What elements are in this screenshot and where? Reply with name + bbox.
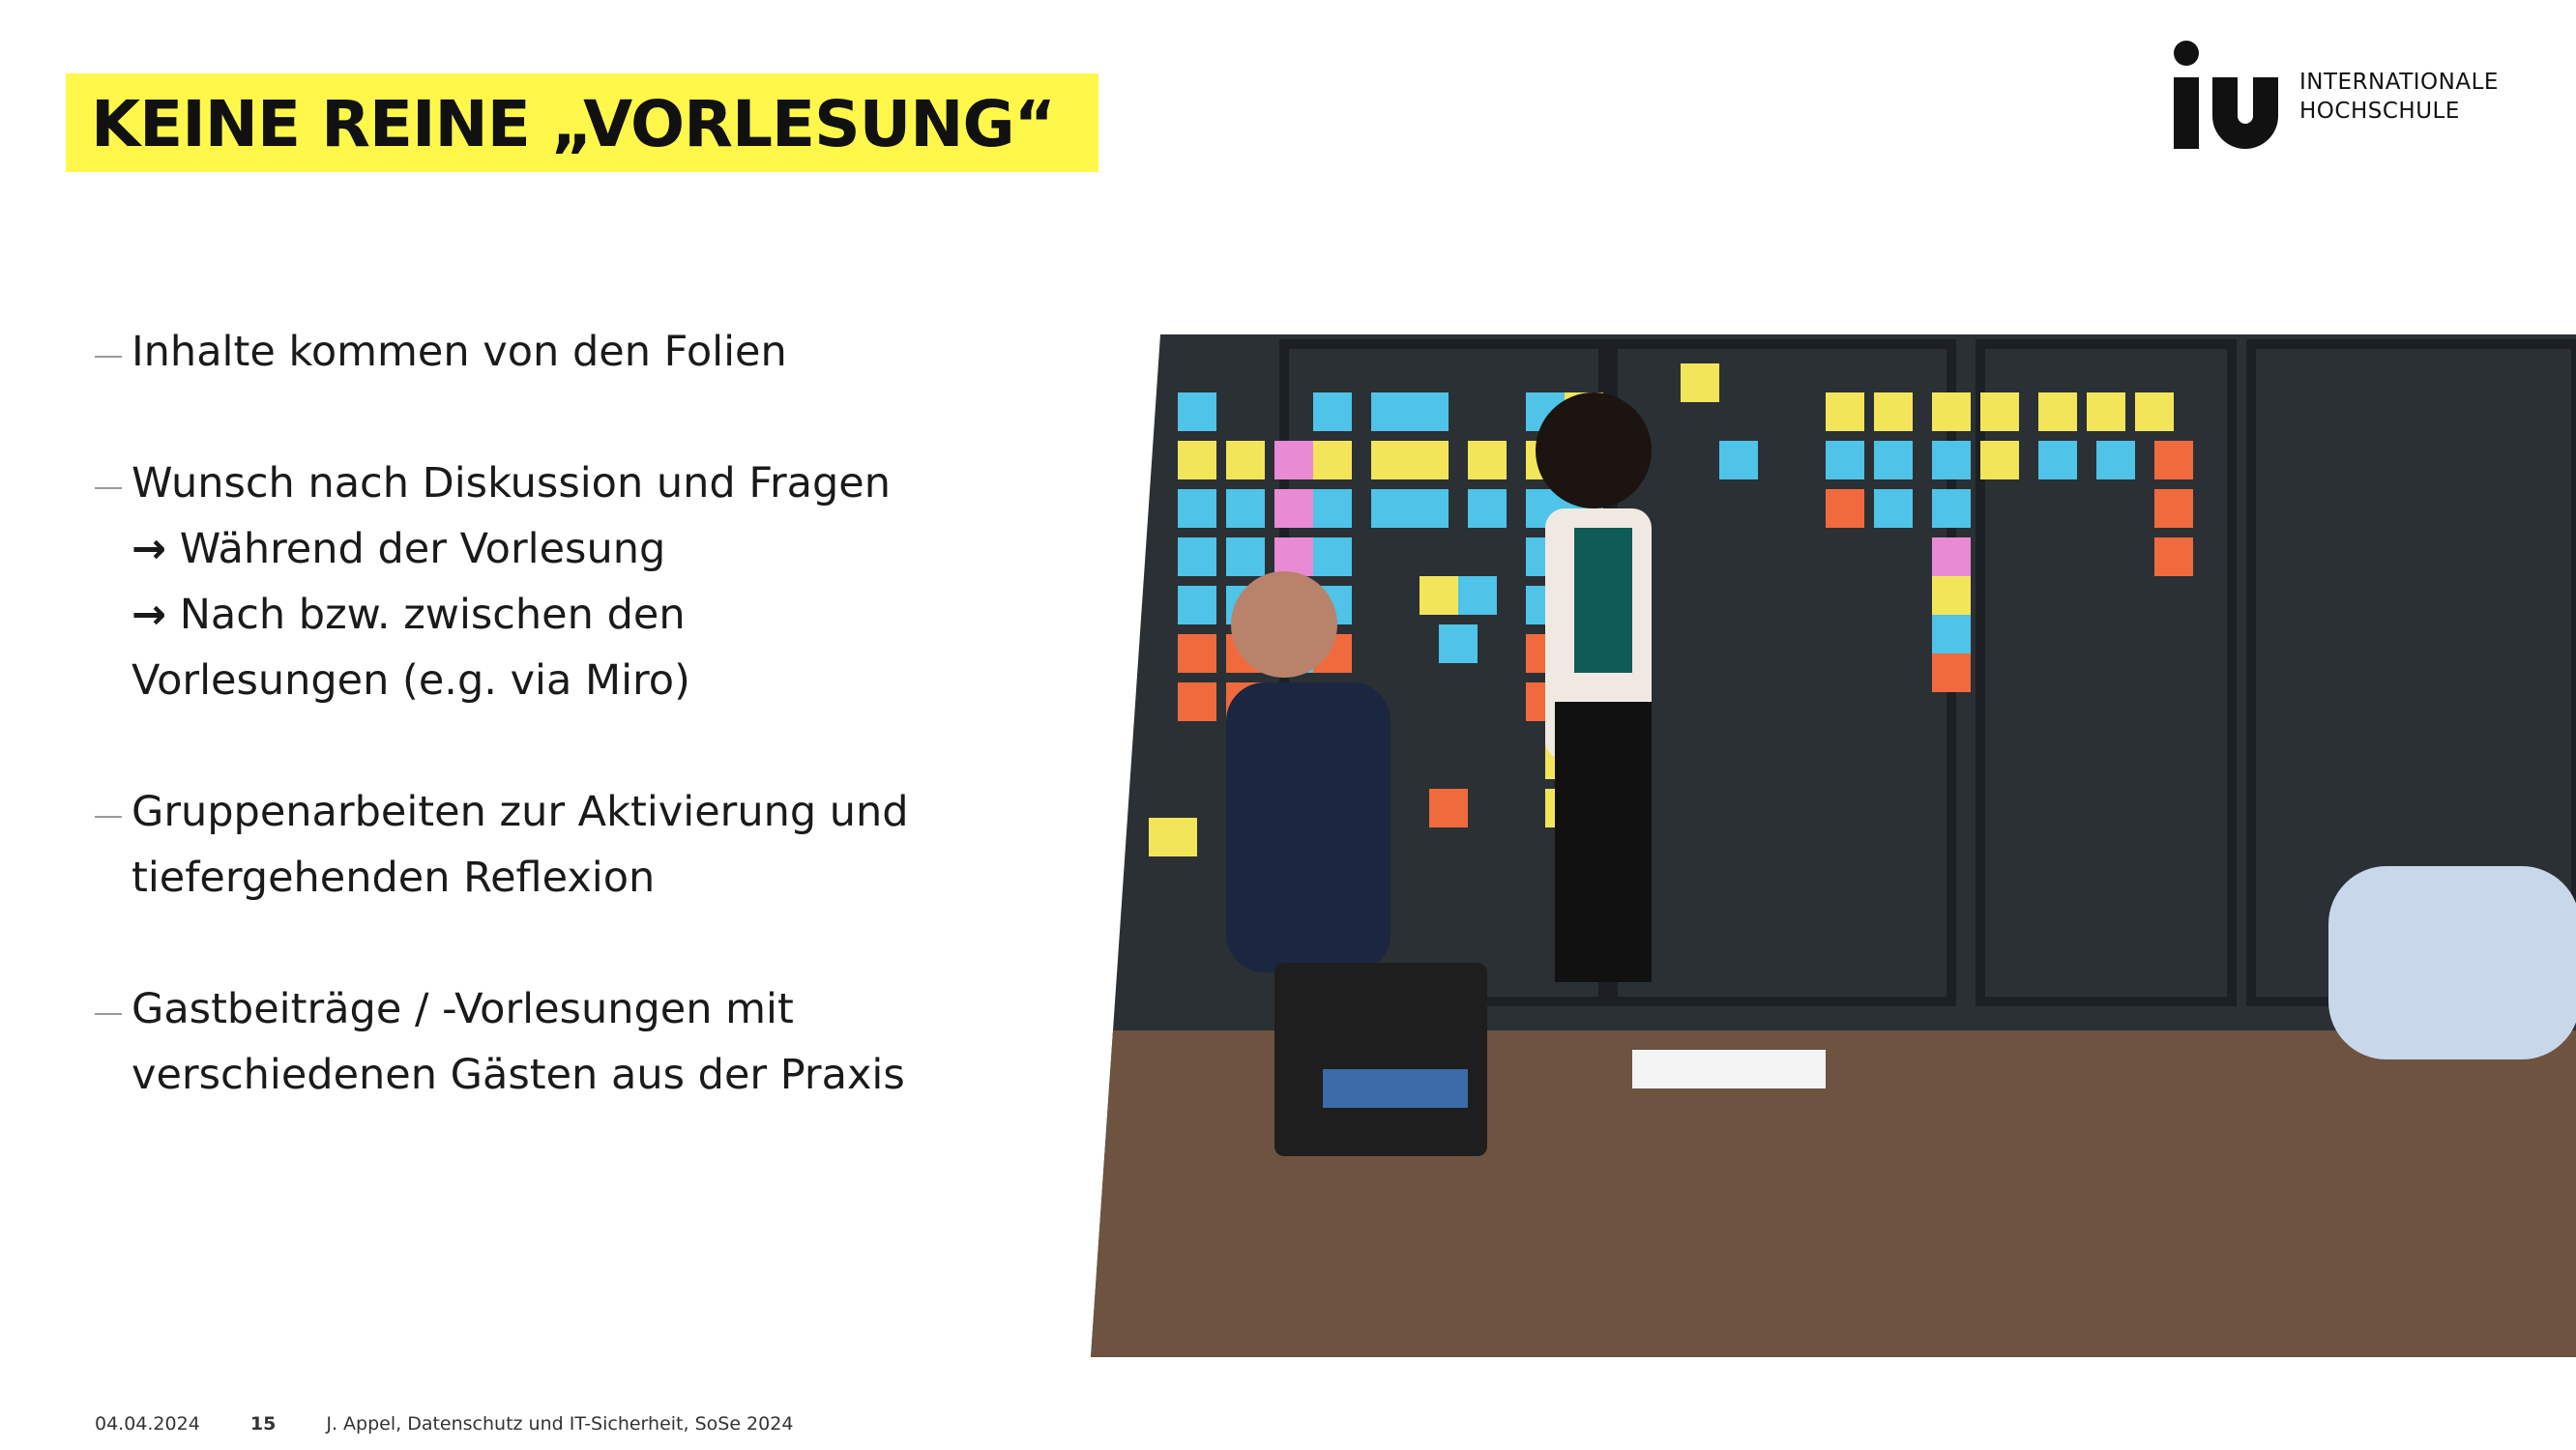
logo-line-2: HOCHSCHULE [2299, 99, 2460, 124]
title-highlight: KEINE REINE „VORLESUNG“ [66, 73, 1098, 172]
bullet-dash [95, 816, 122, 818]
bullet-3: Gruppenarbeiten zur Aktivierung und tief… [95, 779, 1062, 911]
sub-1-text: Während der Vorlesung [166, 525, 666, 573]
bullet-1: Inhalte kommen von den Folien [95, 319, 1062, 385]
slide-title: KEINE REINE „VORLESUNG“ [91, 87, 1056, 161]
logo-i-stem [2174, 77, 2199, 149]
footer-date: 04.04.2024 [95, 1413, 200, 1435]
bullet-dash [95, 487, 122, 489]
bullet-4-line-1: Gastbeiträge / -Vorlesungen mit [132, 985, 794, 1033]
footer-page-number: 15 [249, 1413, 277, 1435]
logo-text: INTERNATIONALE HOCHSCHULE [2299, 68, 2499, 126]
bullet-2-continuation: Vorlesungen (e.g. via Miro) [132, 656, 690, 705]
iu-logo: INTERNATIONALE HOCHSCHULE [2166, 37, 2498, 153]
meeting-photo-svg [1091, 334, 2576, 1357]
bullet-4: Gastbeiträge / -Vorlesungen mit verschie… [95, 976, 1062, 1108]
arrow-right-icon: → [132, 525, 167, 573]
sub-2-text: Nach bzw. zwischen den [166, 591, 686, 639]
bullet-3-line-2: tiefergehenden Reflexion [132, 854, 656, 902]
meeting-photo [1091, 334, 2576, 1357]
bullet-4-line-2: verschiedenen Gästen aus der Praxis [132, 1051, 905, 1099]
bullet-2-sub-2: → Nach bzw. zwischen den [132, 582, 1062, 648]
logo-u [2212, 77, 2278, 149]
logo-line-1: INTERNATIONALE [2299, 70, 2499, 95]
bullet-list: Inhalte kommen von den Folien Wunsch nac… [95, 319, 1062, 1174]
footer: 04.04.2024 15 J. Appel, Datenschutz und … [95, 1413, 837, 1435]
footer-text: J. Appel, Datenschutz und IT-Sicherheit,… [326, 1413, 794, 1435]
arrow-right-icon: → [132, 591, 167, 639]
bullet-3-line-1: Gruppenarbeiten zur Aktivierung und [132, 788, 909, 836]
bullet-2-line-1: Wunsch nach Diskussion und Fragen [132, 459, 892, 508]
bullet-dash [95, 1013, 122, 1015]
logo-i-dot [2174, 41, 2199, 66]
bullet-2: Wunsch nach Diskussion und Fragen → Währ… [95, 450, 1062, 713]
bullet-1-line-1: Inhalte kommen von den Folien [132, 328, 787, 376]
bullet-2-sub-1: → Während der Vorlesung [132, 516, 1062, 582]
bullet-dash [95, 356, 122, 358]
